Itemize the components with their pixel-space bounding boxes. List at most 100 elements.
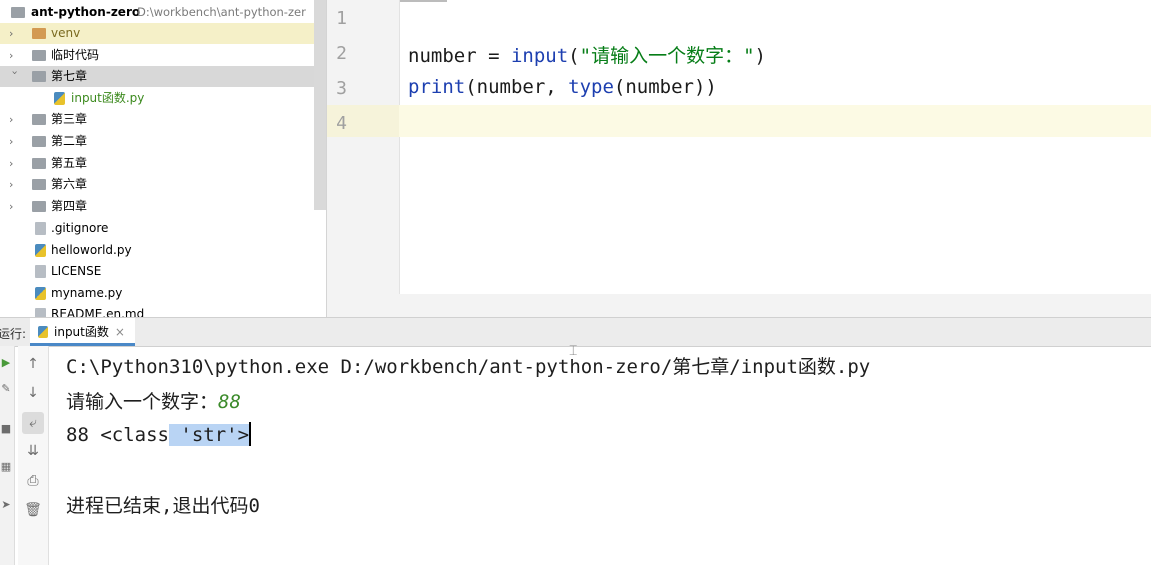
code-token: (number, bbox=[465, 76, 569, 98]
folder-icon bbox=[32, 136, 46, 147]
project-panel: ant-python-zero D:\workbench\ant-python-… bbox=[0, 0, 327, 317]
chevron-right-icon[interactable]: › bbox=[9, 109, 21, 130]
tree-item-input-py[interactable]: input函数.py bbox=[0, 88, 314, 109]
code-token: "请输入一个数字：" bbox=[579, 45, 755, 67]
folder-icon bbox=[11, 7, 25, 18]
tree-item-label: 临时代码 bbox=[51, 48, 100, 62]
file-icon bbox=[35, 222, 46, 235]
project-root-name: ant-python-zero bbox=[31, 5, 141, 19]
folder-icon bbox=[32, 71, 46, 82]
rerun-icon[interactable]: ▶ bbox=[0, 356, 12, 369]
tree-item-label: 第六章 bbox=[51, 177, 88, 191]
tree-item-chapter2[interactable]: › 第二章 bbox=[0, 131, 314, 152]
tree-item-chapter7[interactable]: › 第七章 bbox=[0, 66, 314, 87]
tree-item-label: 第三章 bbox=[51, 112, 88, 126]
code-token: = bbox=[476, 45, 511, 67]
stop-icon[interactable]: ■ bbox=[0, 422, 12, 435]
code-token: type bbox=[568, 76, 614, 98]
code-token: ) bbox=[754, 45, 766, 67]
chevron-right-icon[interactable]: › bbox=[9, 45, 21, 66]
tree-item-chapter3[interactable]: › 第三章 bbox=[0, 109, 314, 130]
folder-icon bbox=[32, 114, 46, 125]
folder-icon bbox=[32, 158, 46, 169]
project-scrollbar[interactable] bbox=[314, 0, 326, 210]
code-editor[interactable]: 1 2 3 4 number = input("请输入一个数字：") print… bbox=[327, 0, 1151, 317]
close-icon[interactable]: × bbox=[115, 325, 125, 339]
arrow-up-icon[interactable]: ↑ bbox=[22, 353, 44, 375]
arrow-down-icon[interactable]: ↓ bbox=[22, 382, 44, 404]
tree-item-temp-code[interactable]: › 临时代码 bbox=[0, 45, 314, 66]
console-output[interactable]: C:\Python310\python.exe D:/workbench/ant… bbox=[66, 346, 1146, 565]
editor-bottom-area bbox=[327, 294, 1151, 317]
text-caret bbox=[249, 422, 252, 446]
tree-item-label: venv bbox=[51, 26, 81, 40]
trash-icon[interactable]: 🗑 bbox=[22, 499, 44, 521]
tree-item-myname[interactable]: myname.py bbox=[0, 283, 314, 304]
folder-icon bbox=[32, 179, 46, 190]
tree-item-gitignore[interactable]: .gitignore bbox=[0, 218, 314, 239]
tree-item-chapter4[interactable]: › 第四章 bbox=[0, 196, 314, 217]
tree-item-venv[interactable]: › venv bbox=[0, 23, 314, 44]
tree-item-label: 第七章 bbox=[51, 69, 88, 83]
wrench-icon[interactable]: ✎ bbox=[0, 382, 12, 395]
code-token: print bbox=[408, 76, 466, 98]
tree-item-label: 第四章 bbox=[51, 199, 88, 213]
code-token: (number)) bbox=[613, 76, 717, 98]
tree-item-label: helloworld.py bbox=[51, 243, 132, 257]
line-number: 1 bbox=[336, 8, 347, 29]
chevron-right-icon[interactable]: › bbox=[9, 174, 21, 195]
python-file-icon bbox=[35, 244, 46, 257]
run-tab-label: input函数 bbox=[54, 325, 109, 339]
pin-icon[interactable]: ➤ bbox=[0, 498, 12, 511]
current-line-highlight bbox=[399, 105, 1151, 137]
soft-wrap-icon[interactable]: ⤶ bbox=[22, 412, 44, 434]
chevron-right-icon[interactable]: › bbox=[9, 23, 21, 44]
run-tab-input[interactable]: input函数 × bbox=[30, 318, 135, 346]
code-token: number bbox=[408, 45, 477, 67]
chevron-right-icon[interactable]: › bbox=[9, 131, 21, 152]
console-exit-message: 进程已结束,退出代码0 bbox=[66, 495, 260, 517]
chevron-right-icon[interactable]: › bbox=[9, 153, 21, 174]
console-toolbar: ↑ ↓ ⤶ ⇊ ⎙ 🗑 bbox=[18, 346, 49, 565]
code-line-2[interactable]: number = input("请输入一个数字：") bbox=[408, 41, 766, 68]
layout-icon[interactable]: ▦ bbox=[0, 460, 12, 473]
scroll-to-end-icon[interactable]: ⇊ bbox=[22, 440, 44, 462]
python-file-icon bbox=[35, 287, 46, 300]
tree-item-license[interactable]: LICENSE bbox=[0, 261, 314, 282]
tree-item-label: .gitignore bbox=[51, 221, 109, 235]
tree-item-label: README.en.md bbox=[51, 307, 145, 317]
console-output-line: 88 <class 'str'> bbox=[66, 422, 252, 446]
chevron-right-icon[interactable]: › bbox=[9, 196, 21, 217]
tree-item-readme-en[interactable]: README.en.md bbox=[0, 304, 314, 317]
console-prompt-line: 请输入一个数字：88 bbox=[66, 387, 241, 414]
folder-icon bbox=[32, 201, 46, 212]
project-root-path: D:\workbench\ant-python-zer bbox=[137, 5, 306, 19]
tree-item-label: input函数.py bbox=[71, 91, 145, 105]
folder-icon bbox=[32, 50, 46, 61]
tree-item-label: 第五章 bbox=[51, 156, 88, 170]
print-icon[interactable]: ⎙ bbox=[22, 470, 44, 492]
line-number: 2 bbox=[336, 43, 347, 64]
folder-icon bbox=[32, 28, 46, 39]
tree-item-chapter6[interactable]: › 第六章 bbox=[0, 174, 314, 195]
tree-item-label: LICENSE bbox=[51, 264, 102, 278]
chevron-down-icon[interactable]: › bbox=[5, 71, 26, 83]
tree-item-helloworld[interactable]: helloworld.py bbox=[0, 240, 314, 261]
line-number: 4 bbox=[336, 113, 347, 134]
tree-item-label: myname.py bbox=[51, 286, 123, 300]
text-file-icon bbox=[35, 265, 46, 278]
code-token: input bbox=[510, 45, 569, 67]
console-input-value: 88 bbox=[218, 391, 241, 413]
side-strip: ▶ ✎ ■ ▦ ➤ bbox=[0, 346, 15, 565]
console-selected-text: 'str'> bbox=[168, 424, 250, 446]
python-file-icon bbox=[54, 92, 65, 105]
line-number: 3 bbox=[336, 78, 347, 99]
code-line-3[interactable]: print(number, type(number)) bbox=[408, 76, 717, 98]
console-output-text: 88 <class bbox=[66, 424, 169, 446]
project-root[interactable]: ant-python-zero D:\workbench\ant-python-… bbox=[0, 2, 314, 23]
run-label: 运行: bbox=[0, 327, 27, 341]
tree-item-label: 第二章 bbox=[51, 134, 88, 148]
code-token: ( bbox=[568, 45, 580, 67]
python-file-icon bbox=[38, 326, 48, 338]
tree-item-chapter5[interactable]: › 第五章 bbox=[0, 153, 314, 174]
